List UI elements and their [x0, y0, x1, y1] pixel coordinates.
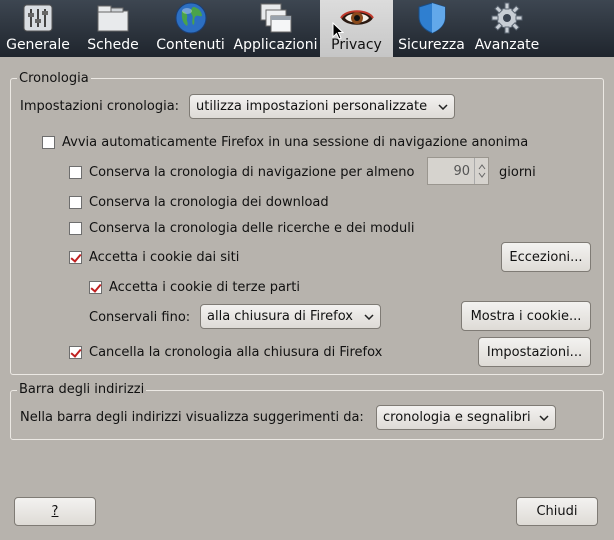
- history-days-value: 90: [453, 163, 470, 179]
- preferences-toolbar: Generale Schede Contenuti Applicazioni P…: [0, 0, 614, 57]
- chevron-down-icon: [531, 414, 549, 421]
- tab-applicazioni[interactable]: Applicazioni: [231, 0, 320, 57]
- close-button[interactable]: Chiudi: [516, 497, 598, 526]
- forms-history-option[interactable]: Conserva la cronologia delle ricerche e …: [69, 218, 415, 238]
- downloads-history-checkbox[interactable]: [69, 195, 82, 209]
- third-party-cookies-option[interactable]: Accetta i cookie di terze parti: [89, 277, 300, 297]
- clear-settings-button-label: Impostazioni...: [486, 344, 583, 360]
- history-settings-select[interactable]: utilizza impostazioni personalizzate: [189, 94, 455, 119]
- tab-generale-label: Generale: [6, 37, 70, 53]
- private-mode-label: Avvia automaticamente Firefox in una ses…: [62, 134, 529, 150]
- suggest-select[interactable]: cronologia e segnalibri: [376, 405, 556, 430]
- accept-cookies-label: Accetta i cookie dai siti: [89, 249, 240, 265]
- browsing-history-option[interactable]: Conserva la cronologia di navigazione pe…: [69, 162, 414, 182]
- browsing-history-label: Conserva la cronologia di navigazione pe…: [89, 164, 415, 180]
- tab-contenuti[interactable]: Contenuti: [150, 0, 231, 57]
- history-settings-value: utilizza impostazioni personalizzate: [196, 99, 428, 114]
- third-party-cookies-checkbox[interactable]: [89, 280, 102, 294]
- history-group-title: Cronologia: [17, 71, 91, 87]
- history-days-unit: giorni: [499, 162, 536, 182]
- applications-icon: [259, 1, 293, 35]
- tab-sicurezza[interactable]: Sicurezza: [393, 0, 470, 57]
- tab-generale[interactable]: Generale: [0, 0, 76, 57]
- forms-history-checkbox[interactable]: [69, 221, 82, 235]
- downloads-history-label: Conserva la cronologia dei download: [89, 194, 329, 210]
- mouse-pointer-icon: [332, 21, 345, 44]
- clear-on-close-label: Cancella la cronologia alla chiusura di …: [89, 344, 383, 360]
- tab-sicurezza-label: Sicurezza: [398, 37, 465, 53]
- suggest-value: cronologia e segnalibri: [383, 410, 531, 425]
- downloads-history-option[interactable]: Conserva la cronologia dei download: [69, 192, 329, 212]
- keep-until-value: alla chiusura di Firefox: [207, 309, 354, 324]
- history-settings-label: Impostazioni cronologia:: [20, 98, 180, 114]
- globe-icon: [174, 1, 208, 35]
- tab-avanzate-label: Avanzate: [474, 37, 540, 53]
- close-button-label: Chiudi: [536, 504, 578, 519]
- accept-cookies-checkbox[interactable]: [69, 250, 82, 264]
- help-button[interactable]: ?: [14, 497, 96, 526]
- general-settings-icon: [21, 1, 55, 35]
- keep-until-row: Conservali fino:: [89, 307, 190, 327]
- help-button-label: ?: [51, 504, 59, 519]
- show-cookies-button-label: Mostra i cookie...: [470, 308, 582, 324]
- accept-cookies-option[interactable]: Accetta i cookie dai siti: [69, 247, 239, 267]
- keep-until-label: Conservali fino:: [89, 309, 191, 325]
- browsing-history-checkbox[interactable]: [69, 165, 82, 179]
- stepper-arrows-icon[interactable]: [474, 158, 488, 184]
- private-mode-checkbox[interactable]: [42, 135, 55, 149]
- history-days-unit-label: giorni: [499, 164, 536, 180]
- location-bar-group-title: Barra degli indirizzi: [17, 382, 147, 398]
- tab-privacy[interactable]: Privacy: [320, 0, 393, 57]
- third-party-cookies-label: Accetta i cookie di terze parti: [109, 279, 300, 295]
- tab-avanzate[interactable]: Avanzate: [470, 0, 544, 57]
- tab-schede[interactable]: Schede: [76, 0, 150, 57]
- show-cookies-button[interactable]: Mostra i cookie...: [461, 301, 591, 331]
- keep-until-select[interactable]: alla chiusura di Firefox: [200, 304, 381, 329]
- suggest-row: Nella barra degli indirizzi visualizza s…: [20, 407, 364, 427]
- eye-mask-icon: [339, 1, 374, 35]
- forms-history-label: Conserva la cronologia delle ricerche e …: [89, 220, 415, 236]
- history-settings-row: Impostazioni cronologia:: [20, 96, 179, 116]
- chevron-down-icon: [430, 103, 448, 110]
- clear-on-close-checkbox[interactable]: [69, 345, 82, 359]
- history-days-stepper[interactable]: 90: [427, 157, 489, 185]
- gear-icon: [490, 1, 524, 35]
- suggest-label: Nella barra degli indirizzi visualizza s…: [20, 409, 364, 425]
- tab-contenuti-label: Contenuti: [156, 37, 225, 53]
- tabs-icon: [96, 1, 130, 35]
- shield-icon: [415, 1, 449, 35]
- clear-on-close-option[interactable]: Cancella la cronologia alla chiusura di …: [69, 342, 382, 362]
- tab-applicazioni-label: Applicazioni: [233, 37, 318, 53]
- clear-settings-button[interactable]: Impostazioni...: [478, 337, 591, 367]
- exceptions-button-label: Eccezioni...: [509, 249, 583, 265]
- chevron-down-icon: [356, 313, 374, 320]
- private-mode-option[interactable]: Avvia automaticamente Firefox in una ses…: [42, 132, 528, 152]
- exceptions-button[interactable]: Eccezioni...: [501, 242, 591, 272]
- tab-schede-label: Schede: [87, 37, 139, 53]
